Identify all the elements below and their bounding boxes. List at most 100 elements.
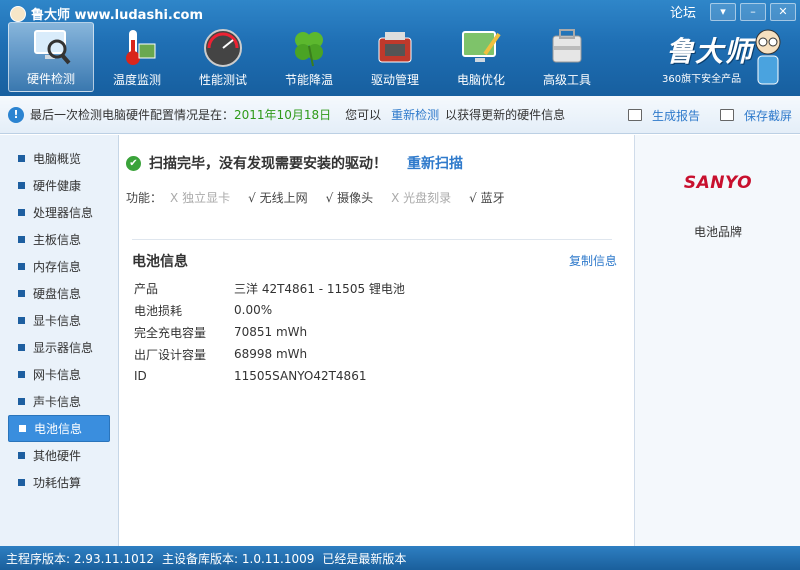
property-key: 出厂设计容量 — [134, 347, 207, 362]
tab-label: 硬件检测 — [26, 72, 75, 86]
sidebar-item-monitor[interactable]: 显示器信息 — [8, 334, 110, 361]
bullet-icon — [18, 479, 25, 486]
features-row: 功能： X 独立显卡 √ 无线上网 √ 摄像头 X 光盘刻录 √ 蓝牙 — [126, 189, 523, 206]
tab-temperature[interactable]: 温度监测 — [94, 22, 180, 92]
feature-item: √ 摄像头 — [325, 191, 374, 205]
tab-hardware-detect[interactable]: 硬件检测 — [8, 22, 94, 92]
scan-result: ✔ 扫描完毕，没有发现需要安装的驱动！ 重新扫描 — [126, 153, 463, 173]
sidebar-item-label: 硬件健康 — [33, 179, 82, 193]
tab-driver-management[interactable]: 驱动管理 — [352, 22, 438, 92]
property-key: 产品 — [134, 281, 159, 296]
toolkit-icon — [545, 26, 589, 68]
bullet-icon — [18, 236, 25, 243]
battery-brand-label: 电池品牌 — [693, 225, 742, 239]
sidebar-item-gpu[interactable]: 显卡信息 — [8, 307, 110, 334]
window-title: 鲁大师 www.ludashi.com — [10, 4, 203, 23]
section-divider — [132, 239, 612, 240]
sidebar-item-overview[interactable]: 电脑概览 — [8, 145, 110, 172]
property-key: 完全充电容量 — [134, 325, 207, 340]
sidebar-item-network[interactable]: 网卡信息 — [8, 361, 110, 388]
rescan-link[interactable]: 重新扫描 — [407, 153, 463, 173]
sidebar-item-sound[interactable]: 声卡信息 — [8, 388, 110, 415]
sidebar-item-disk[interactable]: 硬盘信息 — [8, 280, 110, 307]
tab-label: 性能测试 — [198, 73, 247, 87]
brand-subtitle: 360旗下安全产品 — [662, 74, 742, 85]
sidebar-item-label: 硬盘信息 — [33, 287, 82, 301]
scan-message: 扫描完毕，没有发现需要安装的驱动！ — [149, 156, 387, 172]
status-bar: 主程序版本: 2.93.11.1012 主设备库版本: 1.0.11.1009 … — [0, 546, 800, 570]
feature-item: X 独立显卡 — [170, 191, 231, 205]
property-row: 产品 三洋 42T4861 - 11505 锂电池 — [134, 277, 405, 299]
printer-icon — [627, 109, 642, 121]
sidebar-item-label: 功耗估算 — [33, 476, 82, 490]
bullet-icon — [18, 317, 25, 324]
save-screenshot-label: 保存截屏 — [743, 108, 792, 123]
sidebar-item-label: 显示器信息 — [33, 341, 94, 355]
bullet-icon — [18, 452, 25, 459]
monitor-magnifier-icon — [29, 25, 73, 67]
property-key: ID — [134, 369, 147, 383]
sidebar-item-memory[interactable]: 内存信息 — [8, 253, 110, 280]
copy-info-link[interactable]: 复制信息 — [569, 252, 617, 269]
bullet-icon — [18, 371, 25, 378]
check-icon: ✔ — [126, 155, 141, 171]
infobar-actions: 生成报告 保存截屏 — [622, 96, 792, 134]
sidebar-item-label: 声卡信息 — [33, 395, 82, 409]
sidebar-item-motherboard[interactable]: 主板信息 — [8, 226, 110, 253]
tab-advanced-tools[interactable]: 高级工具 — [524, 22, 610, 92]
mascot-icon — [750, 26, 786, 88]
property-value: 68998 mWh — [234, 347, 308, 361]
property-value: 三洋 42T4861 - 11505 锂电池 — [234, 281, 405, 296]
bullet-icon — [18, 398, 25, 405]
main-tabs: 硬件检测 温度监测 性能测试 节能降温 驱动管理 电脑优化 高级工具 — [8, 22, 610, 92]
generate-report-label: 生成报告 — [651, 108, 700, 123]
info-bar: ! 最后一次检测电脑硬件配置情况是在： 2011年10月18日 您可以 重新检测… — [0, 96, 800, 134]
save-screenshot-button[interactable]: 保存截屏 — [714, 107, 792, 124]
battery-properties: 产品 三洋 42T4861 - 11505 锂电池 电池损耗 0.00% 完全充电容… — [134, 277, 405, 387]
sidebar-item-power[interactable]: 功耗估算 — [8, 469, 110, 496]
tab-label: 节能降温 — [284, 73, 333, 87]
tab-performance[interactable]: 性能测试 — [180, 22, 266, 92]
db-version: 主设备库版本: 1.0.11.1009 — [162, 551, 315, 566]
property-row: 电池损耗 0.00% — [134, 299, 405, 321]
sidebar-item-other[interactable]: 其他硬件 — [8, 442, 110, 469]
sidebar-item-battery[interactable]: 电池信息 — [8, 415, 110, 442]
sanyo-logo: SANYO — [683, 173, 753, 193]
feature-item: √ 蓝牙 — [469, 191, 505, 205]
tab-label: 电脑优化 — [456, 73, 505, 87]
menu-dropdown-button[interactable]: ▾ — [710, 2, 736, 21]
property-row: ID 11505SANYO42T4861 — [134, 365, 405, 387]
minimize-button[interactable]: – — [740, 2, 766, 21]
last-detect-date: 2011年10月18日 — [234, 108, 332, 122]
sidebar-item-label: 处理器信息 — [33, 206, 94, 220]
sidebar-item-label: 网卡信息 — [33, 368, 82, 382]
features-label: 功能： — [126, 191, 163, 205]
app-logo-icon — [10, 5, 26, 22]
bullet-icon — [18, 155, 25, 162]
bullet-icon — [19, 425, 26, 432]
info-icon: ! — [8, 106, 24, 123]
window-controls: 论坛 ▾ – ✕ — [670, 2, 796, 21]
latest-version-text: 已经是最新版本 — [322, 551, 407, 566]
property-value: 70851 mWh — [234, 325, 308, 339]
tab-power-saving[interactable]: 节能降温 — [266, 22, 352, 92]
tab-label: 高级工具 — [542, 73, 591, 87]
sidebar: 电脑概览 硬件健康 处理器信息 主板信息 内存信息 硬盘信息 显卡信息 显示器信… — [0, 135, 119, 546]
generate-report-button[interactable]: 生成报告 — [622, 107, 700, 124]
info-suffix: 以获得更新的硬件信息 — [445, 108, 566, 122]
redetect-link[interactable]: 重新检测 — [391, 106, 439, 123]
section-title: 电池信息 — [132, 254, 188, 270]
program-version: 主程序版本: 2.93.11.1012 — [6, 551, 155, 566]
close-button[interactable]: ✕ — [770, 2, 796, 21]
forum-link[interactable]: 论坛 — [670, 2, 696, 21]
brand-logo: 鲁大师 360旗下安全产品 — [660, 26, 781, 90]
sidebar-item-health[interactable]: 硬件健康 — [8, 172, 110, 199]
sidebar-item-label: 内存信息 — [33, 260, 82, 274]
tab-optimization[interactable]: 电脑优化 — [438, 22, 524, 92]
bullet-icon — [18, 182, 25, 189]
sidebar-item-label: 主板信息 — [33, 233, 82, 247]
clover-icon — [287, 26, 331, 68]
info-mid: 您可以 — [345, 108, 382, 122]
sidebar-item-cpu[interactable]: 处理器信息 — [8, 199, 110, 226]
sidebar-item-label: 电池信息 — [34, 422, 83, 436]
